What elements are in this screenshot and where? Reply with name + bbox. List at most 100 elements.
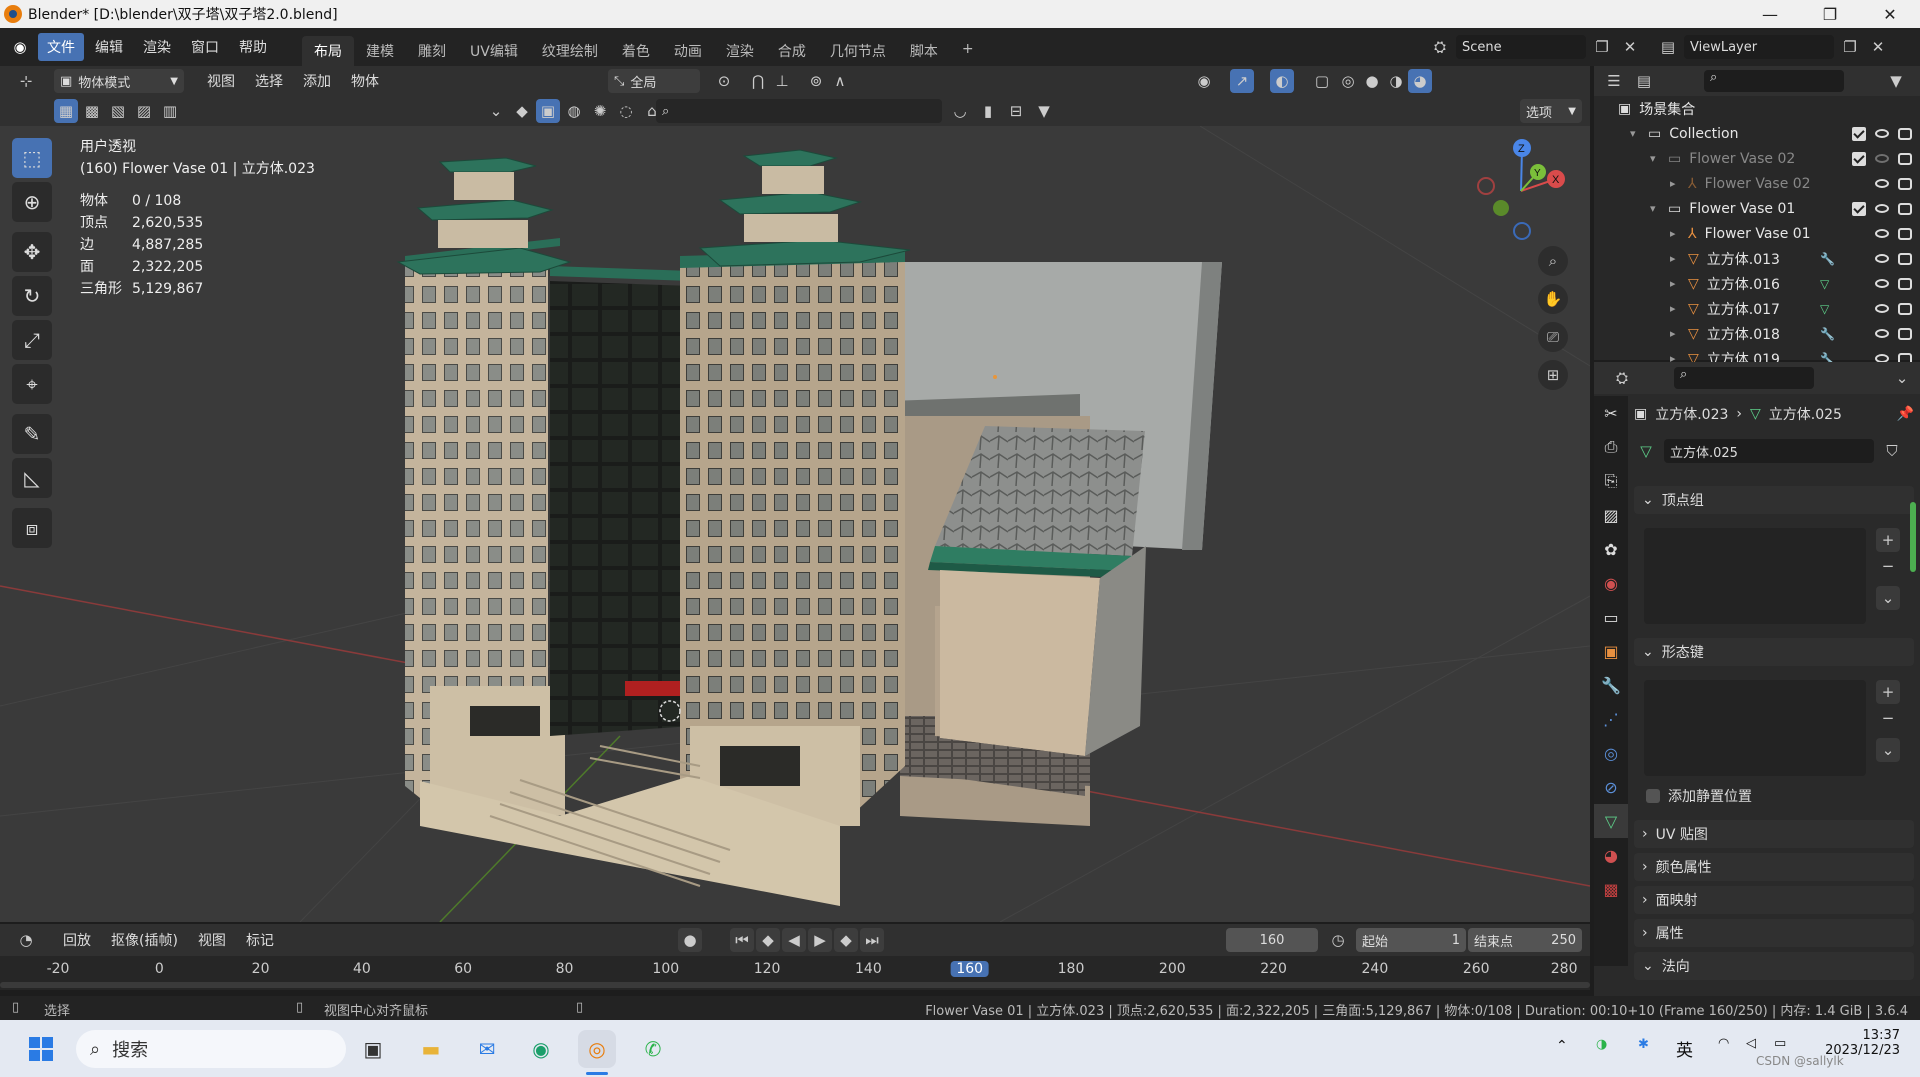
uv-maps-panel-header[interactable]: › UV 贴图 <box>1634 820 1914 848</box>
vertex-groups-panel-header[interactable]: ⌄ 顶点组 <box>1634 486 1914 514</box>
workspace-tab-animation[interactable]: 动画 <box>662 36 714 66</box>
timeline-menu-keying[interactable]: 抠像(插帧) <box>102 926 187 954</box>
solid-shading-icon[interactable]: ● <box>1360 69 1384 93</box>
task-view-icon[interactable]: ▣ <box>354 1030 392 1068</box>
color-attributes-panel-header[interactable]: › 颜色属性 <box>1634 853 1914 881</box>
workspace-tab-modeling[interactable]: 建模 <box>354 36 406 66</box>
remove-shape-key-button[interactable]: − <box>1876 706 1900 730</box>
render-tab-icon[interactable]: ⎙ <box>1594 430 1628 464</box>
wechat-icon[interactable]: ✆ <box>634 1030 672 1068</box>
navigation-gizmo[interactable]: Z X Y <box>1466 136 1576 246</box>
workspace-tab-uv-editing[interactable]: UV编辑 <box>458 36 530 66</box>
view-layer-tab-icon[interactable]: ▨ <box>1594 498 1628 532</box>
normals-panel-header[interactable]: ⌄ 法向 <box>1634 952 1914 980</box>
wifi-icon[interactable]: ◠ <box>1718 1036 1729 1051</box>
windows-start-icon[interactable] <box>22 1030 60 1068</box>
workspace-tab-layout[interactable]: 布局 <box>302 36 354 66</box>
select-new-icon[interactable]: ▦ <box>54 99 78 123</box>
vertex-groups-list[interactable] <box>1644 528 1866 624</box>
viewport-search-input[interactable]: ⌕ <box>656 99 942 123</box>
rotate-tool-icon[interactable]: ↻ <box>12 276 52 316</box>
jump-start-icon[interactable]: ⏮ <box>730 928 754 952</box>
expand-arrow-icon[interactable]: ▸ <box>1670 227 1684 240</box>
properties-scrollbar[interactable] <box>1910 502 1916 572</box>
camera-render-icon[interactable] <box>1898 227 1912 240</box>
outliner-row[interactable]: ▸ ▽ 立方体.018 🔧 <box>1594 321 1920 346</box>
attributes-panel-header[interactable]: › 属性 <box>1634 919 1914 947</box>
move-tool-icon[interactable]: ✥ <box>12 232 52 272</box>
annotate-tool-icon[interactable]: ✎ <box>12 414 52 454</box>
delete-scene-icon[interactable]: ✕ <box>1618 35 1642 59</box>
perspective-toggle-icon[interactable]: ⊞ <box>1538 360 1568 390</box>
expand-arrow-icon[interactable]: ▾ <box>1650 152 1664 165</box>
prev-keyframe-icon[interactable]: ◆ <box>756 928 780 952</box>
outliner-row[interactable]: ▾ ▭ Collection <box>1594 121 1920 146</box>
viewport-menu-add[interactable]: 添加 <box>294 67 340 95</box>
physics-tab-icon[interactable]: ◎ <box>1594 736 1628 770</box>
filter-curve-icon[interactable]: ◍ <box>562 99 586 123</box>
properties-editor-type-icon[interactable]: ⛭ <box>1610 366 1634 390</box>
timeline-scrollbar[interactable] <box>0 982 1590 988</box>
view-layer-icon[interactable]: ▤ <box>1656 35 1680 59</box>
output-tab-icon[interactable]: ⎘ <box>1594 464 1628 498</box>
select-invert-icon[interactable]: ▨ <box>132 99 156 123</box>
eye-icon[interactable] <box>1875 279 1889 288</box>
camera-render-icon[interactable] <box>1898 127 1912 140</box>
vertex-group-specials-button[interactable]: ⌄ <box>1876 586 1900 610</box>
scale-tool-icon[interactable]: ⤢ <box>12 320 52 360</box>
proportional-edit-icon[interactable]: ⊚ <box>804 69 828 93</box>
bluetooth-icon[interactable]: ✱ <box>1638 1037 1649 1052</box>
timeline-ruler[interactable]: -20 0 20 40 60 80 100 120 140 160 180 200 220 240 260 2… <box>0 956 1590 990</box>
properties-options-icon[interactable]: ⌄ <box>1890 366 1914 390</box>
eye-icon[interactable] <box>1875 154 1889 163</box>
camera-render-icon[interactable] <box>1898 252 1912 265</box>
filter-mesh-icon[interactable]: ▣ <box>536 99 560 123</box>
select-subtract-icon[interactable]: ▧ <box>106 99 130 123</box>
edge-browser-icon[interactable]: ◉ <box>522 1030 560 1068</box>
eye-icon[interactable] <box>1875 129 1889 138</box>
bookmark-icon[interactable]: ▮ <box>976 99 1000 123</box>
bookmark-dropdown-icon[interactable]: ◡ <box>948 99 972 123</box>
gizmo-toggle-icon[interactable]: ↗ <box>1230 69 1254 93</box>
current-frame-field[interactable]: 160 <box>1226 928 1318 952</box>
minimize-button[interactable]: — <box>1740 0 1800 28</box>
current-frame-playhead[interactable]: 160 <box>950 961 990 977</box>
select-box-tool-icon[interactable]: ⬚ <box>12 138 52 178</box>
options-dropdown[interactable]: 选项 ▼ <box>1520 99 1582 123</box>
workspace-tab-shading[interactable]: 着色 <box>610 36 662 66</box>
mesh-data-tab-icon[interactable]: ▽ <box>1594 804 1628 838</box>
outliner-row[interactable]: ▾ ▭ Flower Vase 01 <box>1594 196 1920 221</box>
scene-name-field[interactable]: Scene <box>1456 35 1586 59</box>
blender-taskbar-icon[interactable]: ◎ <box>578 1030 616 1068</box>
eye-icon[interactable] <box>1875 329 1889 338</box>
outliner-scene-collection[interactable]: ▣ 场景集合 <box>1594 96 1920 121</box>
new-scene-icon[interactable]: ❐ <box>1590 35 1614 59</box>
modifier-wrench-icon[interactable]: 🔧 <box>1820 252 1835 266</box>
outliner-editor-type-icon[interactable]: ☰ <box>1602 69 1626 93</box>
pan-hand-icon[interactable]: ✋ <box>1538 284 1568 314</box>
gizmo-neg-z[interactable] <box>1513 222 1531 240</box>
eye-icon[interactable] <box>1875 179 1889 188</box>
expand-arrow-icon[interactable]: ▸ <box>1670 327 1684 340</box>
timeline-menu-view[interactable]: 视图 <box>189 926 235 954</box>
file-explorer-icon[interactable]: ▬ <box>412 1030 450 1068</box>
world-tab-icon[interactable]: ◉ <box>1594 566 1628 600</box>
mesh-name-field[interactable]: 立方体.025 <box>1664 439 1874 463</box>
timeline-menu-marker[interactable]: 标记 <box>237 926 283 954</box>
filter-world-icon[interactable]: ◌ <box>614 99 638 123</box>
workspace-tab-geometry-nodes[interactable]: 几何节点 <box>818 36 898 66</box>
collection-tab-icon[interactable]: ▭ <box>1594 600 1628 634</box>
record-keyframe-icon[interactable]: ● <box>678 928 702 952</box>
select-extend-icon[interactable]: ▩ <box>80 99 104 123</box>
face-maps-panel-header[interactable]: › 面映射 <box>1634 886 1914 914</box>
menu-render[interactable]: 渲染 <box>134 33 180 61</box>
texture-tab-icon[interactable]: ▩ <box>1594 872 1628 906</box>
filter-all-icon[interactable]: ◆ <box>510 99 534 123</box>
viewport-menu-view[interactable]: 视图 <box>198 67 244 95</box>
viewport-menu-select[interactable]: 选择 <box>246 67 292 95</box>
outliner-search-input[interactable]: ⌕ <box>1704 70 1844 92</box>
outliner-filter-icon[interactable]: ▼ <box>1884 69 1908 93</box>
battery-icon[interactable]: ▭ <box>1774 1036 1786 1051</box>
camera-render-icon[interactable] <box>1898 202 1912 215</box>
gizmo-neg-x[interactable] <box>1477 177 1495 195</box>
